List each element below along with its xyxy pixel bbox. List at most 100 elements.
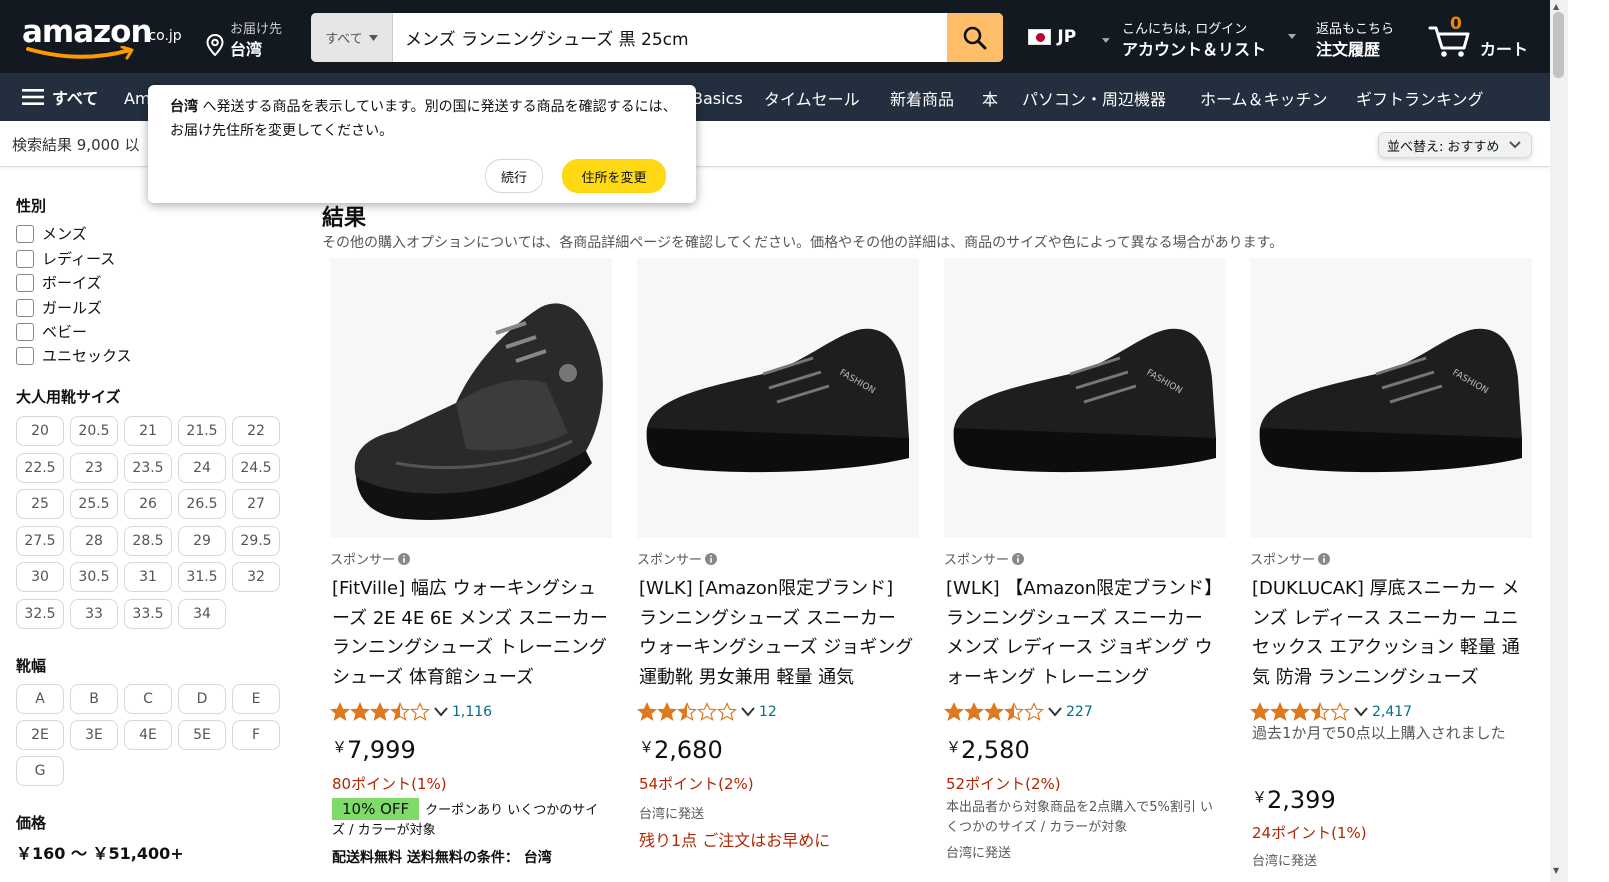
- nav-link-new-arrivals[interactable]: 新着商品: [884, 83, 960, 113]
- product-image[interactable]: [330, 258, 612, 538]
- review-count[interactable]: 227: [1066, 704, 1093, 720]
- checkbox[interactable]: [16, 322, 34, 341]
- size-chip[interactable]: 34: [178, 598, 226, 629]
- product-image[interactable]: FASHION: [944, 258, 1226, 538]
- chevron-down-icon[interactable]: [434, 707, 448, 717]
- size-chip[interactable]: 32: [232, 562, 280, 592]
- star-rating[interactable]: [1250, 702, 1350, 722]
- continue-button[interactable]: 続行: [485, 159, 543, 193]
- scrollbar-thumb[interactable]: [1553, 12, 1564, 78]
- size-chip[interactable]: 20: [16, 416, 64, 446]
- amazon-logo[interactable]: amazon .co.jp: [12, 8, 188, 64]
- size-chip[interactable]: 22.5: [16, 452, 64, 483]
- scroll-up-arrow-icon[interactable]: ▲: [1553, 2, 1559, 11]
- size-chip[interactable]: 26.5: [178, 489, 226, 519]
- chevron-down-icon[interactable]: [1048, 707, 1062, 717]
- search-category-select[interactable]: すべて: [311, 13, 393, 62]
- size-chip[interactable]: 31: [124, 562, 172, 592]
- returns-orders-button[interactable]: 返品もこちら 注文履歴: [1302, 8, 1410, 66]
- size-chip[interactable]: 30.5: [70, 562, 118, 592]
- star-rating[interactable]: [637, 702, 737, 722]
- checkbox[interactable]: [16, 249, 34, 268]
- sponsored-label[interactable]: スポンサー: [944, 549, 1025, 568]
- size-chip[interactable]: 27.5: [16, 525, 64, 556]
- review-count[interactable]: 2,417: [1372, 704, 1412, 720]
- sponsored-label[interactable]: スポンサー: [637, 549, 718, 568]
- width-chip[interactable]: F: [232, 720, 280, 750]
- width-chip[interactable]: 2E: [16, 720, 64, 750]
- width-chip[interactable]: C: [124, 684, 172, 714]
- sponsored-label[interactable]: スポンサー: [330, 549, 411, 568]
- account-caret-icon[interactable]: [1288, 34, 1296, 39]
- size-chip[interactable]: 30: [16, 562, 64, 592]
- width-chip[interactable]: E: [232, 684, 280, 714]
- nav-link-gift-ranking[interactable]: ギフトランキング: [1350, 83, 1490, 113]
- nav-link-timesale[interactable]: タイムセール: [758, 83, 866, 113]
- gender-filter-ladies[interactable]: レディース: [16, 248, 115, 269]
- checkbox[interactable]: [16, 346, 34, 365]
- checkbox[interactable]: [16, 273, 34, 292]
- product-price[interactable]: ￥7,999: [332, 736, 416, 764]
- page-scrollbar[interactable]: [1550, 0, 1568, 882]
- product-title[interactable]: [WLK] [Amazon限定ブランド] ランニングシューズ スニーカー ウォー…: [639, 574, 915, 690]
- nav-link-computers[interactable]: パソコン・周辺機器: [1016, 83, 1172, 113]
- product-title[interactable]: [FitVille] 幅広 ウォーキングシューズ 2E 4E 6E メンズ スニ…: [332, 574, 608, 690]
- gender-filter-baby[interactable]: ベビー: [16, 321, 87, 342]
- width-chip[interactable]: G: [16, 756, 64, 786]
- gender-filter-unisex[interactable]: ユニセックス: [16, 345, 132, 366]
- size-chip[interactable]: 25: [16, 489, 64, 519]
- size-chip[interactable]: 20.5: [70, 416, 118, 446]
- size-chip[interactable]: 33: [70, 598, 118, 629]
- width-chip[interactable]: 5E: [178, 720, 226, 750]
- gender-filter-boys[interactable]: ボーイズ: [16, 272, 102, 293]
- product-image[interactable]: FASHION: [637, 258, 919, 538]
- size-chip[interactable]: 21: [124, 416, 172, 446]
- search-input[interactable]: [393, 13, 947, 62]
- gender-filter-girls[interactable]: ガールズ: [16, 297, 102, 318]
- product-image[interactable]: FASHION: [1250, 258, 1532, 538]
- product-price[interactable]: ￥2,580: [946, 736, 1030, 764]
- nav-link-books[interactable]: 本: [976, 83, 1004, 113]
- width-chip[interactable]: 4E: [124, 720, 172, 750]
- size-chip[interactable]: 32.5: [16, 598, 64, 629]
- account-lists-button[interactable]: こんにちは, ログイン アカウント＆リスト: [1112, 8, 1284, 66]
- size-chip[interactable]: 22: [232, 416, 280, 446]
- size-chip[interactable]: 23.5: [124, 452, 172, 483]
- size-chip[interactable]: 28: [70, 525, 118, 556]
- sponsored-label[interactable]: スポンサー: [1250, 549, 1331, 568]
- nav-link-home-kitchen[interactable]: ホーム＆キッチン: [1194, 83, 1334, 113]
- gender-filter-mens[interactable]: メンズ: [16, 223, 87, 244]
- cart-button[interactable]: 0 カート: [1418, 8, 1536, 66]
- star-rating[interactable]: [944, 702, 1044, 722]
- sort-dropdown[interactable]: 並べ替え: おすすめ: [1378, 132, 1532, 158]
- language-selector[interactable]: JP: [1024, 8, 1110, 66]
- size-chip[interactable]: 23: [70, 452, 118, 483]
- deliver-to-button[interactable]: お届け先 台湾: [196, 8, 298, 66]
- size-chip[interactable]: 27: [232, 489, 280, 519]
- change-address-button[interactable]: 住所を変更: [562, 159, 666, 193]
- scroll-down-arrow-icon[interactable]: ▼: [1553, 866, 1559, 875]
- width-chip[interactable]: 3E: [70, 720, 118, 750]
- checkbox[interactable]: [16, 298, 34, 317]
- width-chip[interactable]: D: [178, 684, 226, 714]
- width-chip[interactable]: B: [70, 684, 118, 714]
- size-chip[interactable]: 21.5: [178, 416, 226, 446]
- chevron-down-icon[interactable]: [1354, 707, 1368, 717]
- star-rating[interactable]: [330, 702, 430, 722]
- size-chip[interactable]: 25.5: [70, 489, 118, 519]
- size-chip[interactable]: 24: [178, 452, 226, 483]
- product-price[interactable]: ￥2,399: [1252, 786, 1336, 814]
- all-menu-button[interactable]: すべて: [12, 75, 114, 119]
- product-title[interactable]: [WLK] 【Amazon限定ブランド】ランニングシューズ スニーカー メンズ …: [946, 574, 1222, 690]
- product-price[interactable]: ￥2,680: [639, 736, 723, 764]
- review-count[interactable]: 12: [759, 704, 777, 720]
- coupon-badge[interactable]: 10% OFF: [332, 798, 420, 820]
- size-chip[interactable]: 26: [124, 489, 172, 519]
- product-title[interactable]: [DUKLUCAK] 厚底スニーカー メンズ レディース スニーカー ユニセック…: [1252, 574, 1528, 690]
- size-chip[interactable]: 29.5: [232, 525, 280, 556]
- width-chip[interactable]: A: [16, 684, 64, 714]
- size-chip[interactable]: 29: [178, 525, 226, 556]
- size-chip[interactable]: 28.5: [124, 525, 172, 556]
- size-chip[interactable]: 33.5: [124, 598, 172, 629]
- review-count[interactable]: 1,116: [452, 704, 492, 720]
